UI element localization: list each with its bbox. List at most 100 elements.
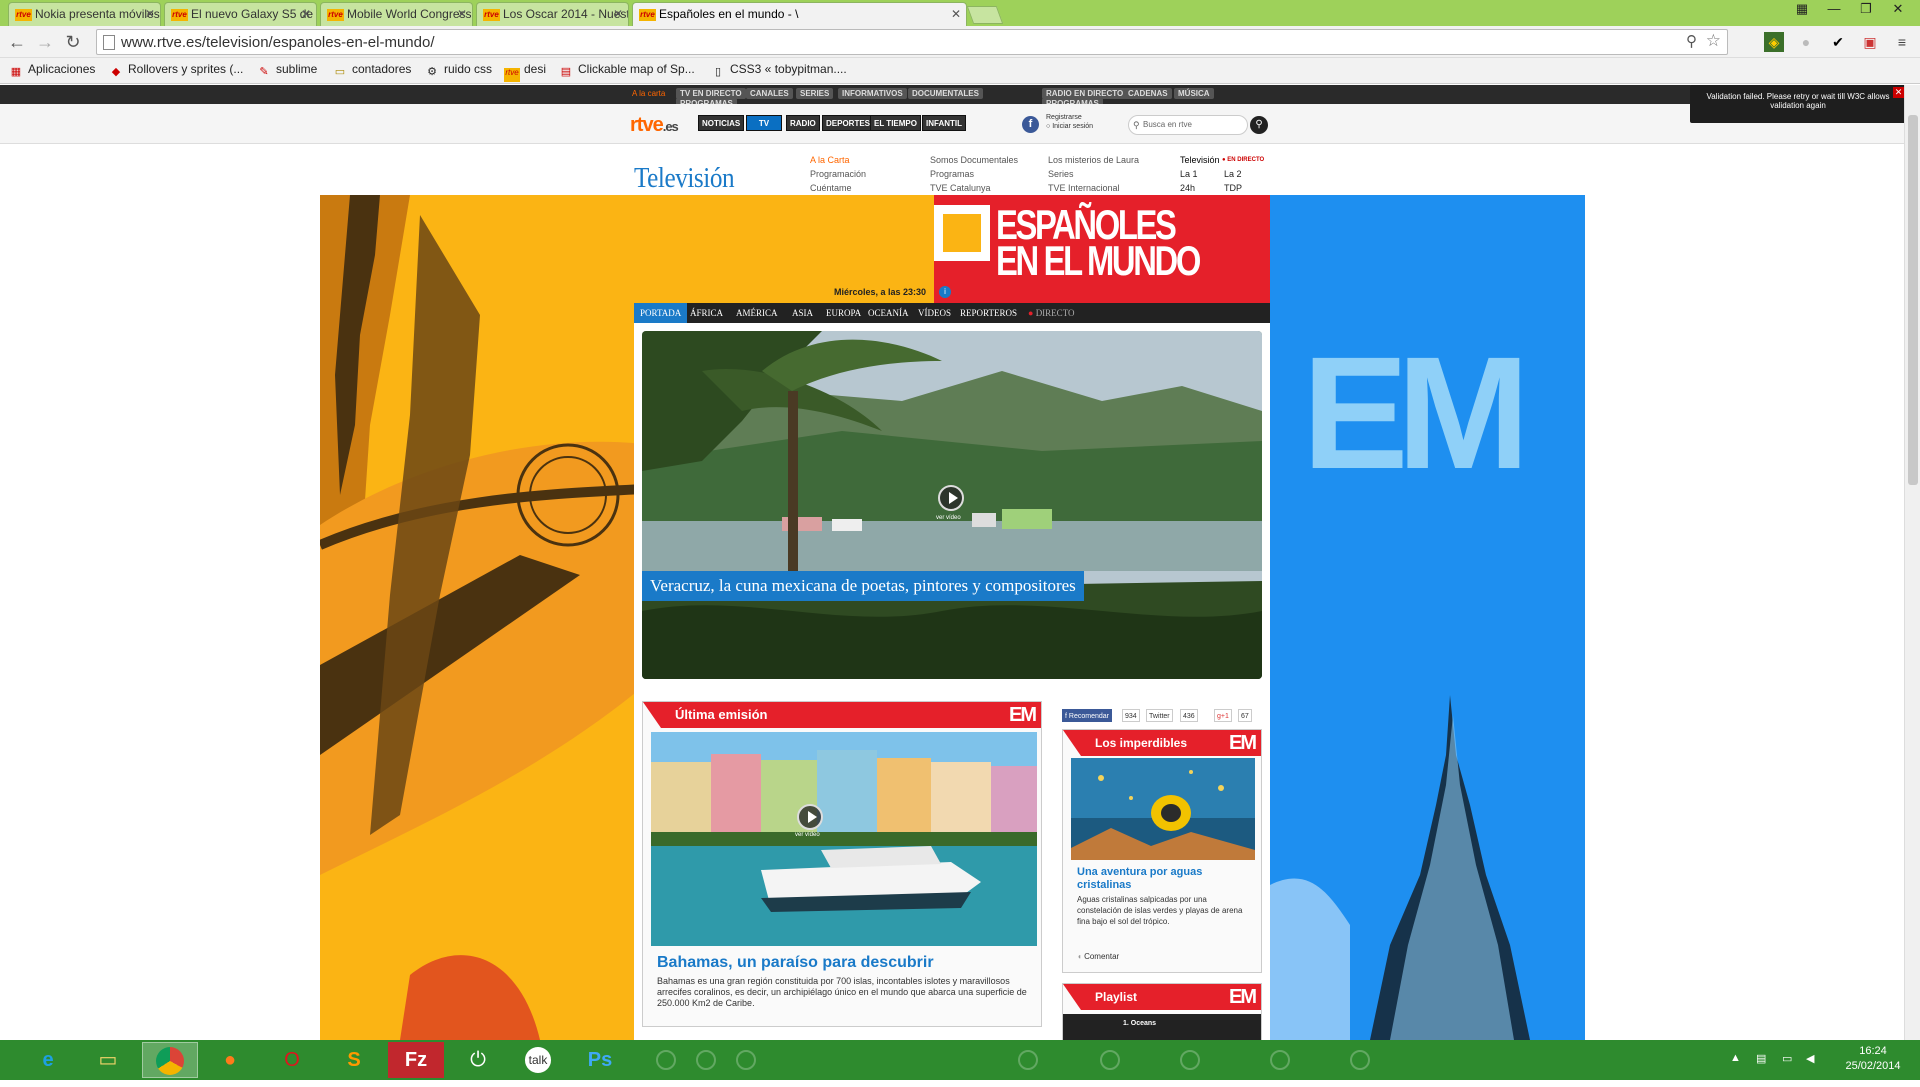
bookmark-item[interactable]: ▭ contadores: [332, 62, 412, 79]
browser-tab[interactable]: rtveEl nuevo Galaxy S5 de Sam✕: [164, 2, 317, 26]
tv-link[interactable]: Programación: [810, 169, 866, 179]
minimize-icon[interactable]: —: [1818, 0, 1850, 20]
show-nav-directo[interactable]: ● DIRECTO: [1022, 303, 1081, 323]
tv-link[interactable]: Programas: [930, 169, 974, 179]
close-icon[interactable]: ✕: [613, 3, 623, 25]
tv-link[interactable]: A la Carta: [810, 155, 850, 165]
top-link[interactable]: CANALES: [746, 88, 793, 99]
tv-link[interactable]: TVE Internacional: [1048, 183, 1120, 193]
file-explorer-icon[interactable]: ▭: [80, 1042, 136, 1078]
internet-explorer-icon[interactable]: e: [20, 1042, 76, 1078]
show-nav-africa[interactable]: ÁFRICA: [684, 303, 729, 323]
star-icon[interactable]: ☆: [1706, 31, 1721, 51]
show-nav-asia[interactable]: ASIA: [786, 303, 819, 323]
browser-tab-active[interactable]: rtve Españoles en el mundo - \ ✕: [632, 2, 967, 26]
tv-link[interactable]: Cuéntame: [810, 183, 852, 193]
address-bar[interactable]: www.rtve.es/television/espanoles-en-el-m…: [96, 29, 1728, 55]
tv-link[interactable]: Somos Documentales: [930, 155, 1018, 165]
channel-link[interactable]: La 1: [1180, 169, 1198, 179]
bahamas-video[interactable]: ver vídeo: [651, 732, 1037, 946]
tv-link[interactable]: Los misterios de Laura: [1048, 155, 1139, 165]
user-profile-icon[interactable]: ▦: [1786, 0, 1818, 20]
imperdibles-image[interactable]: [1071, 758, 1255, 860]
url-text[interactable]: www.rtve.es/television/espanoles-en-el-m…: [121, 34, 434, 51]
extension-icon[interactable]: ●: [1796, 32, 1816, 52]
page-scrollbar[interactable]: [1904, 85, 1920, 1040]
google-talk-icon[interactable]: talk: [510, 1042, 566, 1078]
extension-icon[interactable]: ▣: [1860, 32, 1880, 52]
bookmark-item[interactable]: ▯ CSS3 « tobypitman....: [710, 62, 847, 79]
show-nav-portada[interactable]: PORTADA: [634, 303, 688, 323]
w3c-validator-icon[interactable]: ✔: [1828, 32, 1848, 52]
top-link[interactable]: SERIES: [796, 88, 834, 99]
bookmark-item[interactable]: rtve desi: [504, 62, 546, 82]
nav-deportes[interactable]: DEPORTES: [822, 115, 875, 131]
top-link[interactable]: INFORMATIVOS: [838, 88, 907, 99]
tv-live-title[interactable]: Televisión: [1180, 155, 1220, 165]
scrollbar-thumb[interactable]: [1908, 115, 1918, 485]
top-link[interactable]: MÚSICA: [1174, 88, 1214, 99]
top-link[interactable]: DOCUMENTALES: [908, 88, 983, 99]
bookmark-item[interactable]: ▤ Clickable map of Sp...: [558, 62, 695, 79]
close-window-icon[interactable]: ✕: [1882, 0, 1914, 20]
hero-video[interactable]: ver vídeo Veracruz, la cuna mexicana de …: [642, 331, 1262, 679]
rtve-logo[interactable]: rtve.es: [630, 114, 679, 137]
channel-link[interactable]: La 2: [1224, 169, 1242, 179]
television-title[interactable]: Televisión: [634, 163, 735, 195]
close-icon[interactable]: ✕: [951, 3, 961, 25]
gplus-button[interactable]: g+1: [1214, 709, 1232, 722]
nav-infantil[interactable]: INFANTIL: [922, 115, 966, 131]
sublime-text-icon[interactable]: S: [326, 1042, 382, 1078]
comment-link[interactable]: ◖ Comentar: [1077, 952, 1119, 961]
browser-tab[interactable]: rtveMobile World Congress 20✕: [320, 2, 473, 26]
show-nav-reporteros[interactable]: REPORTEROS: [954, 303, 1023, 323]
a-la-carta-link[interactable]: A la carta: [632, 89, 665, 98]
menu-icon[interactable]: ≡: [1892, 32, 1912, 52]
hero-caption[interactable]: Veracruz, la cuna mexicana de poetas, pi…: [642, 571, 1084, 601]
show-nav-america[interactable]: AMÉRICA: [730, 303, 784, 323]
forward-arrow-icon[interactable]: →: [34, 31, 56, 53]
facebook-recommend-button[interactable]: f Recomendar: [1062, 709, 1112, 722]
system-clock[interactable]: 16:24 25/02/2014: [1838, 1044, 1908, 1074]
filezilla-icon[interactable]: Fz: [388, 1042, 444, 1078]
volume-icon[interactable]: ◀: [1806, 1052, 1814, 1065]
facebook-icon[interactable]: f: [1022, 116, 1039, 133]
nav-radio[interactable]: RADIO: [786, 115, 820, 131]
top-link[interactable]: CADENAS: [1124, 88, 1172, 99]
tv-link[interactable]: Series: [1048, 169, 1074, 179]
login-link[interactable]: ○ Iniciar sesión: [1046, 122, 1093, 131]
twitter-button[interactable]: Twitter: [1146, 709, 1173, 722]
tray-arrow-icon[interactable]: ▲: [1730, 1052, 1741, 1064]
new-tab-button[interactable]: [966, 6, 1004, 24]
close-icon[interactable]: ✕: [301, 3, 311, 25]
nav-tv[interactable]: TV: [746, 115, 782, 131]
register-link[interactable]: Registrarse: [1046, 113, 1093, 122]
search-input[interactable]: ⚲ Busca en rtve: [1128, 115, 1248, 135]
power-icon[interactable]: ⏻: [450, 1042, 506, 1078]
episode-title[interactable]: Bahamas, un paraíso para descubrir: [657, 954, 934, 972]
bookmark-item[interactable]: ⚙ ruido css: [424, 62, 492, 79]
imperdible-title[interactable]: Una aventura por aguas cristalinas: [1077, 866, 1253, 892]
close-icon[interactable]: ✕: [1893, 87, 1904, 98]
photoshop-icon[interactable]: Ps: [572, 1042, 628, 1078]
show-nav-videos[interactable]: VÍDEOS: [912, 303, 957, 323]
back-arrow-icon[interactable]: ←: [6, 31, 28, 53]
firefox-icon[interactable]: ●: [202, 1042, 258, 1078]
channel-link[interactable]: 24h: [1180, 183, 1195, 193]
nav-noticias[interactable]: NOTICIAS: [698, 115, 745, 131]
show-title[interactable]: ESPAÑOLES EN EL MUNDO: [996, 204, 1201, 282]
playlist-item[interactable]: 1. Oceans: [1063, 1014, 1261, 1040]
opera-icon[interactable]: O: [264, 1042, 320, 1078]
show-nav-oceania[interactable]: OCEANÍA: [862, 303, 915, 323]
channel-link[interactable]: TDP: [1224, 183, 1242, 193]
extension-icon[interactable]: ◈: [1764, 32, 1784, 52]
close-icon[interactable]: ✕: [145, 3, 155, 25]
nav-el-tiempo[interactable]: EL TIEMPO: [870, 115, 921, 131]
info-icon[interactable]: i: [939, 286, 951, 298]
reload-icon[interactable]: ↻: [62, 31, 84, 53]
close-icon[interactable]: ✕: [457, 3, 467, 25]
browser-tab[interactable]: rtveNokia presenta móviles ba✕: [8, 2, 161, 26]
show-nav-europa[interactable]: EUROPA: [820, 303, 867, 323]
network-icon[interactable]: ▤: [1756, 1052, 1766, 1065]
bookmark-item[interactable]: ◆ Rollovers y sprites (...: [108, 62, 244, 79]
